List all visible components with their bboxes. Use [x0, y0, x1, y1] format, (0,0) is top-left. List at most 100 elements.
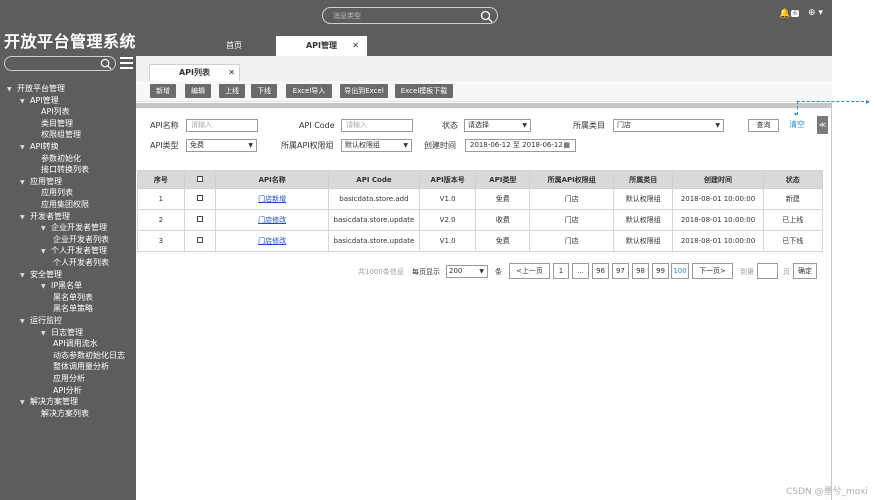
expand-arrow-icon[interactable]: ▼ — [41, 283, 47, 290]
page-button-98[interactable]: 98 — [632, 263, 649, 279]
api-name-input[interactable]: 请输入 — [186, 119, 258, 132]
sidebar-item[interactable]: 应用列表 — [41, 187, 73, 198]
sidebar-item[interactable]: ▼ API转换 — [20, 141, 59, 152]
sidebar-search-input[interactable] — [4, 56, 116, 71]
sidebar-item[interactable]: ▼ 开放平台管理 — [7, 83, 65, 94]
next-page-button[interactable]: 下一页> — [692, 263, 733, 279]
row-checkbox[interactable] — [197, 216, 204, 222]
api-name-link-cell[interactable]: 门店新增 — [215, 188, 329, 210]
tab-home[interactable]: 首页 — [226, 36, 276, 56]
row-select-cell[interactable] — [183, 209, 217, 231]
col-select-all[interactable] — [183, 170, 217, 189]
search-icon[interactable] — [480, 10, 493, 23]
sidebar-item[interactable]: 应用分析 — [53, 373, 85, 384]
sidebar-item[interactable]: ▼ 企业开发者管理 — [41, 222, 107, 233]
close-icon[interactable]: ✕ — [352, 36, 359, 56]
excel-template-download-button[interactable]: Excel模板下载 — [395, 84, 453, 98]
sidebar-item[interactable]: ▼ 个人开发者管理 — [41, 245, 107, 256]
row-checkbox[interactable] — [197, 237, 204, 243]
message-type-search[interactable]: 消息类型 — [322, 7, 498, 24]
sidebar-item[interactable]: 应用集团权限 — [41, 199, 89, 210]
sidebar-item[interactable]: ▼ IP黑名单 — [41, 280, 82, 291]
api-code-input[interactable]: 请输入 — [341, 119, 413, 132]
sidebar-item-label: 个人开发者管理 — [51, 246, 107, 256]
sidebar-item[interactable]: ▼ API管理 — [20, 95, 59, 106]
goto-page-input[interactable] — [757, 263, 778, 279]
api-type-cell: 免费 — [475, 230, 531, 252]
offline-button[interactable]: 下线 — [251, 84, 277, 98]
collapse-icon[interactable]: ≪ — [817, 116, 828, 134]
goto-confirm-button[interactable]: 确定 — [793, 263, 817, 279]
sidebar-item[interactable]: ▼ 安全管理 — [20, 269, 62, 280]
sidebar-item[interactable]: 黑名单列表 — [53, 292, 93, 303]
tab-api-list[interactable]: API列表 ✕ — [149, 64, 240, 81]
sidebar-item[interactable]: 整体调用量分析 — [53, 361, 109, 372]
chevron-down-icon: ▼ — [522, 122, 527, 129]
expand-arrow-icon[interactable]: ▼ — [41, 248, 47, 255]
calendar-icon[interactable]: ▦ — [563, 140, 570, 151]
api-code-cell: basicdata.store.update — [327, 209, 421, 231]
page-button-99[interactable]: 99 — [652, 263, 669, 279]
sidebar-item[interactable]: ▼ 日志管理 — [41, 327, 83, 338]
expand-arrow-icon[interactable]: ▼ — [20, 144, 26, 151]
close-icon[interactable]: ✕ — [228, 65, 235, 81]
search-icon[interactable] — [100, 58, 112, 70]
expand-arrow-icon[interactable]: ▼ — [41, 330, 47, 337]
page-button-97[interactable]: 97 — [612, 263, 629, 279]
sidebar-item[interactable]: 个人开发者列表 — [53, 257, 109, 268]
sidebar-item[interactable]: 接口转换列表 — [41, 164, 89, 175]
sidebar-item[interactable]: 动态参数初始化日志 — [53, 350, 125, 361]
row-select-cell[interactable] — [183, 188, 217, 210]
sidebar-item[interactable]: 权限组管理 — [41, 129, 81, 140]
add-button[interactable]: 新增 — [150, 84, 176, 98]
online-button[interactable]: 上线 — [219, 84, 245, 98]
sidebar-item[interactable]: API列表 — [41, 106, 70, 117]
sidebar-item[interactable]: 企业开发者列表 — [53, 234, 109, 245]
query-button[interactable]: 查询 — [748, 119, 779, 132]
category-select[interactable]: 门店 ▼ — [613, 119, 724, 132]
prev-page-button[interactable]: <上一页 — [509, 263, 550, 279]
expand-arrow-icon[interactable]: ▼ — [20, 318, 26, 325]
sidebar-item[interactable]: 参数初始化 — [41, 153, 81, 164]
sidebar-item[interactable]: API分析 — [53, 385, 82, 396]
api-type-select[interactable]: 免费 ▼ — [186, 139, 257, 152]
sidebar-item-label: 安全管理 — [30, 269, 62, 279]
api-name-link-cell[interactable]: 门店修改 — [215, 230, 329, 252]
sidebar-item[interactable]: 黑名单策略 — [53, 303, 93, 314]
menu-toggle-icon[interactable] — [120, 56, 133, 72]
select-all-checkbox[interactable] — [197, 175, 204, 182]
created-time-range-input[interactable]: 2018-06-12 至 2018-06-12 ▦ — [465, 139, 576, 152]
export-excel-button[interactable]: 导出到Excel — [340, 84, 388, 98]
expand-arrow-icon[interactable]: ▼ — [7, 86, 13, 93]
permission-group-select[interactable]: 默认权限组 ▼ — [341, 139, 412, 152]
sidebar-item[interactable]: ▼ 应用管理 — [20, 176, 62, 187]
api-name-link-cell[interactable]: 门店修改 — [215, 209, 329, 231]
sidebar-item[interactable]: ▼ 开发者管理 — [20, 211, 70, 222]
page-button-96[interactable]: 96 — [592, 263, 609, 279]
page-button-1[interactable]: 1 — [553, 263, 569, 279]
expand-arrow-icon[interactable]: ▼ — [20, 98, 26, 105]
sidebar-item[interactable]: API调用流水 — [53, 338, 98, 349]
expand-arrow-icon[interactable]: ▼ — [20, 272, 26, 279]
status-select[interactable]: 请选择 ▼ — [464, 119, 531, 132]
expand-arrow-icon[interactable]: ▼ — [20, 179, 26, 186]
clear-link[interactable]: 清空 — [789, 119, 805, 130]
row-checkbox[interactable] — [197, 195, 204, 201]
sidebar-item-label: 黑名单列表 — [53, 292, 93, 302]
expand-arrow-icon[interactable]: ▼ — [41, 225, 47, 232]
user-menu[interactable]: ⊕ ▾ — [808, 8, 823, 18]
edit-button[interactable]: 编辑 — [185, 84, 211, 98]
sidebar-item[interactable]: 解决方案列表 — [41, 408, 89, 419]
expand-arrow-icon[interactable]: ▼ — [20, 399, 26, 406]
per-page-select[interactable]: 200 ▼ — [446, 265, 488, 278]
page-button-100[interactable]: 100 — [671, 263, 689, 279]
expand-arrow-icon[interactable]: ▼ — [20, 214, 26, 221]
sidebar-item[interactable]: 类目管理 — [41, 118, 73, 129]
user-icon: ⊕ — [808, 8, 816, 18]
sidebar-item[interactable]: ▼ 解决方案管理 — [20, 396, 78, 407]
row-select-cell[interactable] — [183, 230, 217, 252]
tab-api-management[interactable]: API管理 ✕ — [276, 36, 367, 56]
excel-import-button[interactable]: Excel导入 — [286, 84, 332, 98]
sidebar-item[interactable]: ▼ 运行监控 — [20, 315, 62, 326]
notification-bell[interactable]: 🔔 6 — [779, 9, 800, 19]
